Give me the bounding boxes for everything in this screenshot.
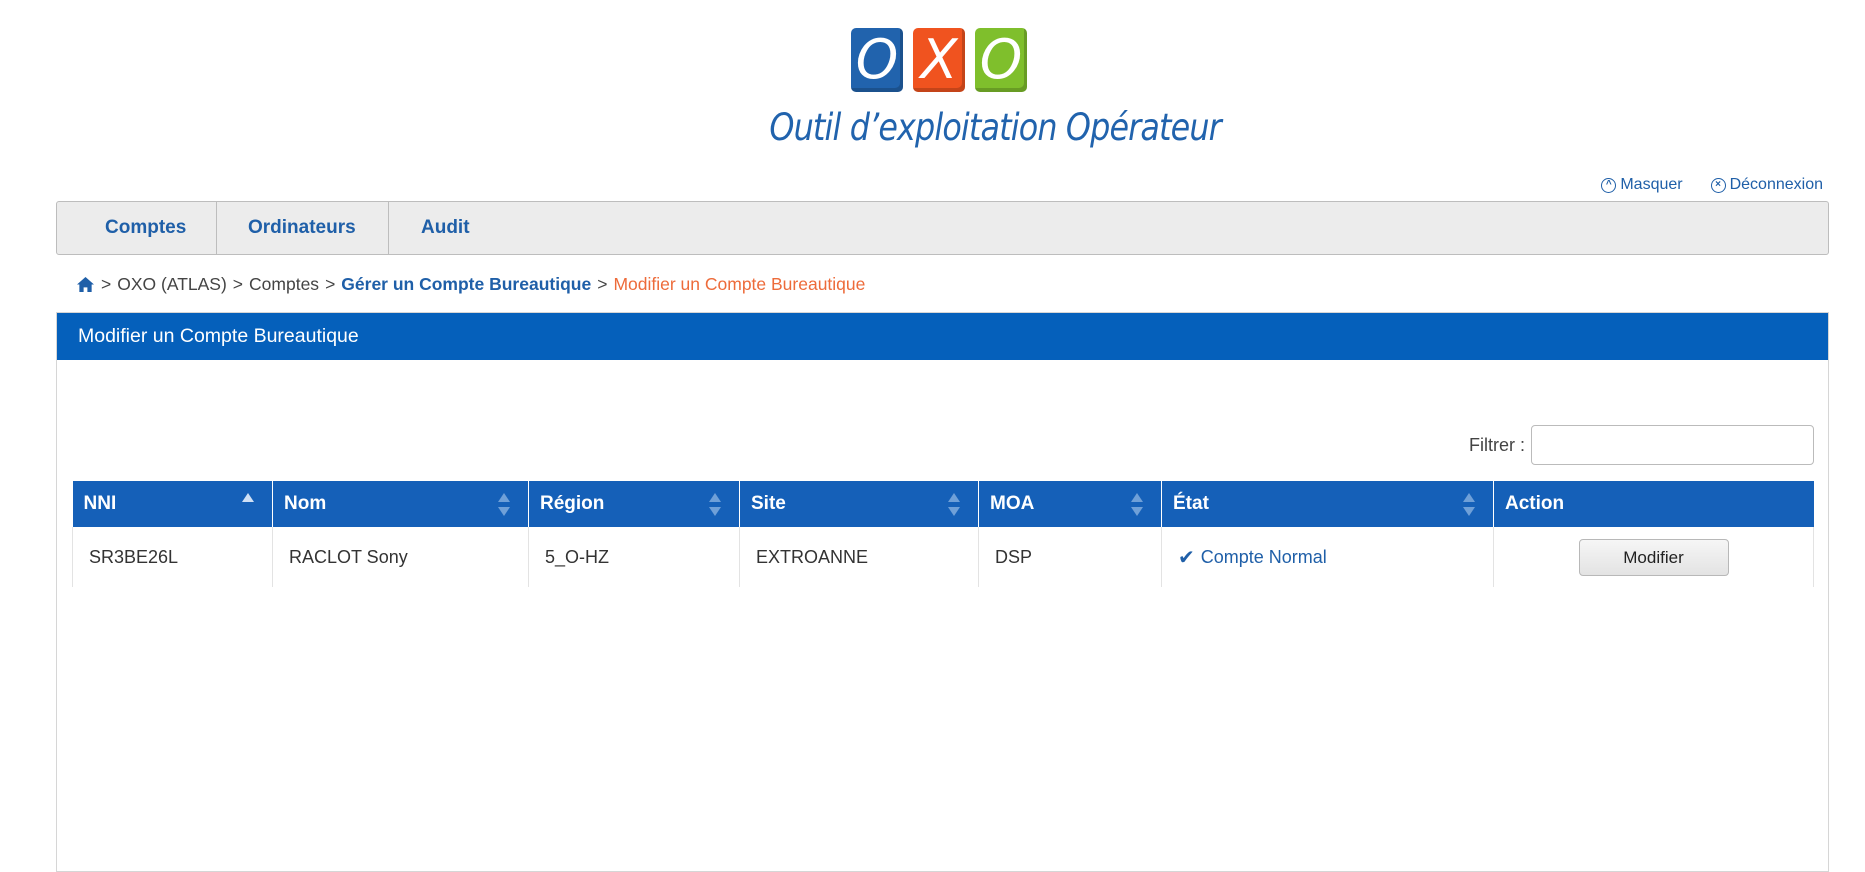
breadcrumb-separator: >: [325, 274, 336, 294]
status-badge: ✔ Compte Normal: [1178, 545, 1493, 570]
sort-icon: [1463, 493, 1475, 517]
breadcrumb-item-gerer[interactable]: Gérer un Compte Bureautique: [341, 274, 591, 295]
logo-tile-x: X: [913, 28, 965, 92]
cell-nom: RACLOT Sony: [272, 527, 529, 587]
sort-icon: [948, 493, 960, 517]
content-panel: Modifier un Compte Bureautique Filtrer :…: [56, 312, 1829, 872]
logout-label: Déconnexion: [1729, 176, 1823, 193]
oxo-logo: O X O Outil d’exploitation Opérateur: [740, 24, 1222, 164]
cell-region: 5_O-HZ: [528, 527, 740, 587]
breadcrumb-separator: >: [101, 274, 112, 294]
sort-icon: [498, 493, 510, 517]
column-header-action: Action: [1493, 481, 1814, 527]
cell-site: EXTROANNE: [739, 527, 979, 587]
logout-link[interactable]: × Déconnexion: [1710, 176, 1823, 194]
chevron-up-circle-icon: ^: [1601, 177, 1617, 193]
logo-letter-x: X: [920, 28, 958, 91]
logo-tiles: O X O: [851, 28, 1027, 94]
logo-tile-o-2: O: [975, 28, 1027, 92]
breadcrumb-separator: >: [597, 274, 608, 294]
cell-nni: SR3BE26L: [72, 527, 273, 587]
column-header-nom[interactable]: Nom: [272, 481, 529, 527]
filter: Filtrer :: [1469, 425, 1814, 465]
logo-letter-o-2: O: [979, 28, 1023, 91]
logo-tile-o: O: [851, 28, 903, 92]
column-label: MOA: [990, 493, 1035, 514]
breadcrumb-separator: >: [232, 274, 244, 294]
sort-icon: [709, 493, 721, 517]
table-header-row: NNI Nom Région Site MOA État Action: [72, 481, 1814, 527]
column-label: NNI: [83, 493, 117, 514]
sort-icon: [1131, 493, 1143, 517]
breadcrumb-item-comptes[interactable]: Comptes: [249, 274, 319, 295]
column-label: Région: [540, 493, 605, 514]
breadcrumb-item-oxo[interactable]: OXO (ATLAS): [117, 274, 227, 295]
hide-label: Masquer: [1620, 176, 1683, 193]
nav-item-audit[interactable]: Audit: [389, 202, 470, 254]
top-links: ^ Masquer × Déconnexion: [1601, 176, 1823, 194]
column-header-region[interactable]: Région: [528, 481, 740, 527]
main-nav: Comptes Ordinateurs Audit: [56, 201, 1829, 255]
breadcrumb: > OXO (ATLAS) > Comptes > Gérer un Compt…: [76, 274, 865, 295]
column-header-etat[interactable]: État: [1161, 481, 1494, 527]
sort-asc-icon: [242, 493, 254, 517]
column-header-moa[interactable]: MOA: [978, 481, 1162, 527]
check-icon: ✔: [1178, 546, 1195, 569]
logo-tagline: Outil d’exploitation Opérateur: [769, 106, 1221, 149]
status-label: Compte Normal: [1200, 546, 1327, 567]
modify-button[interactable]: Modifier: [1578, 538, 1729, 576]
home-icon[interactable]: [76, 276, 95, 293]
close-circle-icon: ×: [1710, 177, 1726, 193]
nav-item-comptes[interactable]: Comptes: [57, 202, 217, 254]
breadcrumb-item-current: Modifier un Compte Bureautique: [613, 274, 866, 294]
filter-input[interactable]: [1531, 425, 1814, 465]
cell-moa: DSP: [978, 527, 1162, 587]
column-header-nni[interactable]: NNI: [72, 481, 273, 527]
hide-link[interactable]: ^ Masquer: [1601, 176, 1683, 194]
column-label: Site: [751, 493, 786, 514]
cell-etat: ✔ Compte Normal: [1161, 527, 1494, 587]
column-label: Action: [1505, 493, 1565, 514]
nav-item-ordinateurs[interactable]: Ordinateurs: [217, 202, 389, 254]
column-label: Nom: [284, 493, 327, 514]
column-header-site[interactable]: Site: [739, 481, 979, 527]
cell-action: Modifier: [1493, 527, 1814, 587]
logo-letter-o: O: [855, 28, 899, 91]
accounts-table: NNI Nom Région Site MOA État Action SR3B…: [72, 481, 1814, 587]
column-label: État: [1173, 493, 1209, 514]
table-row: SR3BE26L RACLOT Sony 5_O-HZ EXTROANNE DS…: [72, 527, 1814, 587]
filter-label: Filtrer :: [1469, 434, 1525, 455]
panel-title: Modifier un Compte Bureautique: [57, 313, 1828, 360]
